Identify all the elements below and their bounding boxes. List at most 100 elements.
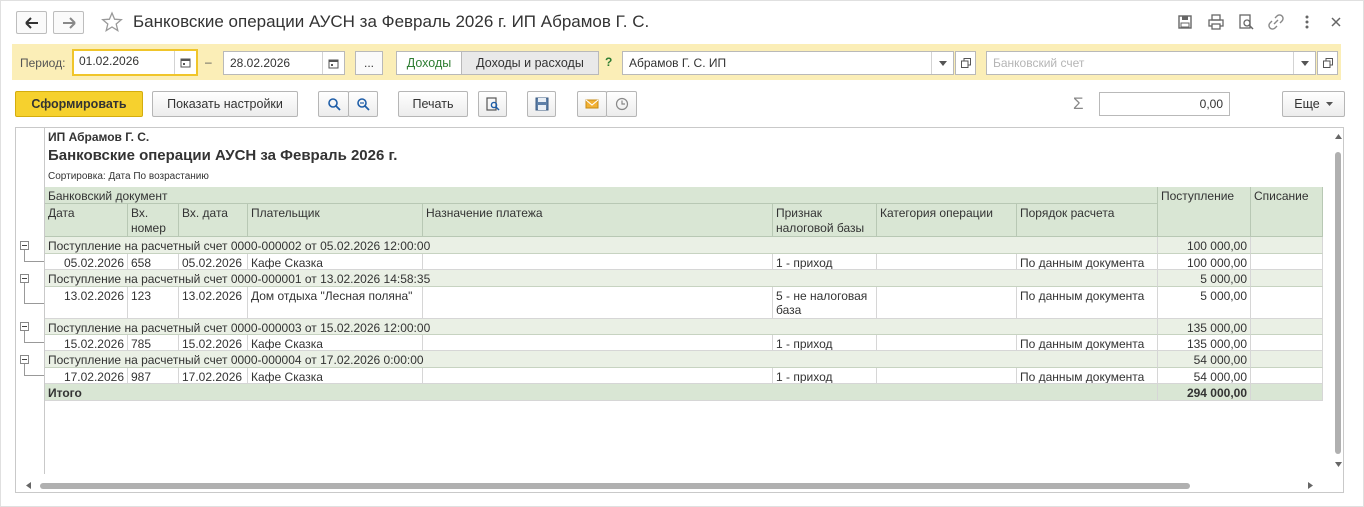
- open-icon: [960, 58, 971, 68]
- page-title: Банковские операции АУСН за Февраль 2026…: [133, 12, 650, 31]
- cell-date: 13.02.2026: [45, 287, 128, 319]
- cell-income: 135 000,00: [1158, 335, 1251, 351]
- bank-account-field[interactable]: Банковский счет: [986, 51, 1316, 75]
- scroll-left-icon[interactable]: [26, 482, 31, 489]
- schedule-button[interactable]: [606, 91, 637, 117]
- cell-in-number: 987: [128, 368, 179, 384]
- scroll-down-icon[interactable]: [1335, 462, 1342, 467]
- generate-button[interactable]: Сформировать: [15, 91, 143, 117]
- bank-account-dropdown-button[interactable]: [1293, 52, 1315, 74]
- save-report-button[interactable]: [527, 91, 556, 117]
- send-mail-button[interactable]: [577, 91, 607, 117]
- close-icon[interactable]: [1328, 14, 1344, 30]
- report-area[interactable]: ИП Абрамов Г. С. Банковские операции АУС…: [15, 127, 1344, 493]
- header-in-number: Вх. номер: [128, 204, 179, 237]
- more-button[interactable]: Еще: [1282, 91, 1345, 117]
- dropdown-icon: [938, 60, 947, 66]
- clock-icon: [615, 97, 628, 111]
- print-preview-icon: [485, 97, 500, 111]
- table-row[interactable]: 17.02.2026 987 17.02.2026 Кафе Сказка 1 …: [45, 368, 1323, 384]
- cell-purpose: [423, 287, 773, 319]
- window: Банковские операции АУСН за Февраль 2026…: [0, 0, 1364, 507]
- collapse-group-2[interactable]: [20, 274, 29, 283]
- cell-income: 54 000,00: [1158, 368, 1251, 384]
- save-icon[interactable]: [1177, 14, 1193, 30]
- header-in-date: Вх. дата: [179, 204, 248, 237]
- organization-value: Абрамов Г. С. ИП: [629, 56, 727, 70]
- tree-line: [24, 250, 25, 261]
- collapse-group-4[interactable]: [20, 355, 29, 364]
- table-row[interactable]: 13.02.2026 123 13.02.2026 Дом отдыха "Ле…: [45, 287, 1323, 319]
- cell-calc-order: По данным документа: [1017, 335, 1158, 351]
- table-row[interactable]: 05.02.2026 658 05.02.2026 Кафе Сказка 1 …: [45, 254, 1323, 270]
- tree-line: [24, 364, 25, 375]
- tree-line: [24, 283, 25, 303]
- search-button[interactable]: [318, 91, 349, 117]
- organization-dropdown-button[interactable]: [931, 52, 953, 74]
- vertical-scrollbar[interactable]: [1332, 128, 1343, 476]
- date-to-field[interactable]: 28.02.2026: [223, 51, 345, 75]
- sum-icon: Σ: [1073, 94, 1084, 113]
- organization-open-button[interactable]: [955, 51, 976, 75]
- total-row[interactable]: Итого 294 000,00: [45, 384, 1323, 401]
- scroll-up-icon[interactable]: [1335, 134, 1342, 139]
- more-label: Еще: [1294, 97, 1320, 111]
- cell-in-number: 123: [128, 287, 179, 319]
- date-from-value: 01.02.2026: [79, 54, 140, 68]
- total-expense: [1251, 384, 1323, 401]
- tree-line: [24, 303, 44, 304]
- search-next-button[interactable]: [348, 91, 378, 117]
- group-row[interactable]: Поступление на расчетный счет 0000-00000…: [45, 319, 1323, 335]
- print-icon[interactable]: [1208, 14, 1224, 30]
- cell-payer: Дом отдыха "Лесная поляна": [248, 287, 423, 319]
- table-row[interactable]: 15.02.2026 785 15.02.2026 Кафе Сказка 1 …: [45, 335, 1323, 351]
- group-title: Поступление на расчетный счет 0000-00000…: [45, 270, 1158, 287]
- filter-bar: Период: 01.02.2026 – 28.02.2026 ... Дохо…: [12, 44, 1341, 80]
- header-purpose: Назначение платежа: [423, 204, 773, 237]
- date-from-field[interactable]: 01.02.2026: [72, 49, 198, 76]
- cell-expense: [1251, 368, 1323, 384]
- cell-payer: Кафе Сказка: [248, 254, 423, 270]
- group-row[interactable]: Поступление на расчетный счет 0000-00000…: [45, 237, 1323, 254]
- calendar-to-button[interactable]: [322, 52, 344, 74]
- forward-button[interactable]: [53, 11, 84, 34]
- collapse-group-1[interactable]: [20, 241, 29, 250]
- cell-date: 17.02.2026: [45, 368, 128, 384]
- group-row[interactable]: Поступление на расчетный счет 0000-00000…: [45, 351, 1323, 368]
- calendar-from-button[interactable]: [174, 51, 196, 74]
- group-row[interactable]: Поступление на расчетный счет 0000-00000…: [45, 270, 1323, 287]
- back-button[interactable]: [16, 11, 47, 34]
- tree-line: [24, 375, 44, 376]
- link-icon[interactable]: [1268, 14, 1284, 30]
- print-button[interactable]: Печать: [398, 91, 468, 117]
- preview-icon[interactable]: [1238, 14, 1254, 30]
- period-label: Период:: [20, 56, 66, 70]
- cell-in-date: 13.02.2026: [179, 287, 248, 319]
- cell-date: 05.02.2026: [45, 254, 128, 270]
- show-settings-button[interactable]: Показать настройки: [152, 91, 298, 117]
- print-preview-button[interactable]: [478, 91, 507, 117]
- group-income: 54 000,00: [1158, 351, 1251, 368]
- period-dash: –: [205, 55, 212, 69]
- vertical-scroll-thumb[interactable]: [1335, 152, 1341, 454]
- search-icon: [327, 98, 341, 111]
- cell-tax-sign: 1 - приход: [773, 254, 877, 270]
- report-title: Банковские операции АУСН за Февраль 2026…: [48, 147, 398, 164]
- bank-account-open-button[interactable]: [1317, 51, 1338, 75]
- horizontal-scroll-thumb[interactable]: [40, 483, 1190, 489]
- cell-category: [877, 254, 1017, 270]
- mode-income-expense-button[interactable]: Доходы и расходы: [461, 51, 599, 75]
- horizontal-scrollbar[interactable]: [16, 478, 1332, 492]
- tree-line: [24, 331, 25, 342]
- more-vertical-icon[interactable]: [1299, 14, 1315, 30]
- cell-tax-sign: 1 - приход: [773, 335, 877, 351]
- scroll-right-icon[interactable]: [1308, 482, 1313, 489]
- mode-income-button[interactable]: Доходы: [396, 51, 462, 75]
- help-icon[interactable]: ?: [605, 55, 612, 69]
- cell-income: 5 000,00: [1158, 287, 1251, 319]
- collapse-group-3[interactable]: [20, 322, 29, 331]
- star-icon[interactable]: [101, 11, 123, 33]
- organization-field[interactable]: Абрамов Г. С. ИП: [622, 51, 954, 75]
- open-icon: [1322, 58, 1333, 68]
- period-select-button[interactable]: ...: [355, 51, 383, 75]
